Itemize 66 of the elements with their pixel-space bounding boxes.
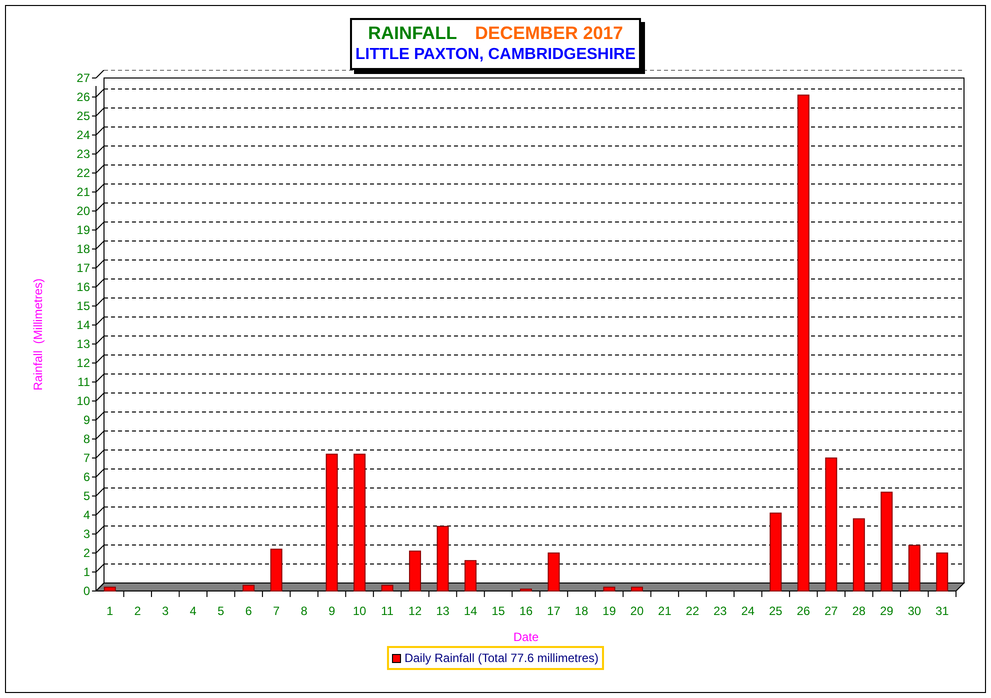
y-tick-label: 1 — [83, 565, 90, 579]
y-tick-label: 17 — [76, 261, 90, 275]
y-tick-label: 18 — [76, 242, 90, 256]
x-tick-label: 11 — [381, 604, 394, 618]
y-axis-title: Rainfall (Millimetres) — [31, 278, 45, 390]
x-tick-label: 9 — [328, 604, 336, 618]
x-tick-label: 28 — [852, 604, 866, 618]
x-tick-label: 7 — [272, 604, 280, 618]
y-tick-label: 14 — [76, 318, 90, 332]
y-tick-label: 22 — [76, 166, 90, 180]
x-tick-label: 30 — [908, 604, 922, 618]
y-tick-label: 27 — [76, 71, 90, 85]
y-tick-label: 7 — [83, 451, 90, 465]
y-tick-label: 25 — [76, 109, 90, 123]
y-tick-label: 10 — [76, 394, 90, 408]
x-tick-label: 10 — [352, 604, 366, 618]
x-tick-label: 13 — [436, 604, 450, 618]
x-tick-label: 20 — [630, 604, 644, 618]
y-tick-label: 23 — [76, 147, 90, 161]
x-tick-label: 16 — [519, 604, 533, 618]
y-tick-label: 4 — [83, 508, 90, 522]
y-tick-label: 11 — [78, 375, 90, 389]
x-tick-label: 21 — [658, 604, 672, 618]
x-tick-label: 12 — [408, 604, 422, 618]
x-tick-label: 3 — [162, 604, 169, 618]
chart-title: RAINFALL — [368, 22, 457, 44]
chart-subtitle: LITTLE PAXTON, CAMBRIDGESHIRE — [355, 45, 636, 65]
y-tick-label: 8 — [83, 432, 90, 446]
chart-period: DECEMBER 2017 — [474, 22, 624, 44]
x-tick-label: 6 — [245, 604, 252, 618]
x-axis-title: Date — [513, 630, 539, 644]
x-tick-label: 26 — [796, 604, 810, 618]
y-tick-label: 5 — [83, 489, 90, 503]
y-tick-label: 9 — [83, 413, 90, 427]
x-tick-label: 4 — [190, 604, 196, 618]
y-tick-label: 26 — [76, 90, 90, 104]
y-tick-label: 3 — [83, 527, 90, 541]
legend-swatch — [392, 654, 402, 662]
x-tick-label: 23 — [714, 604, 727, 618]
y-tick-label: 2 — [83, 546, 90, 560]
x-tick-label: 5 — [218, 604, 224, 618]
y-tick-label: 12 — [76, 356, 90, 370]
x-tick-label: 22 — [686, 604, 700, 618]
y-tick-label: 15 — [76, 299, 90, 313]
x-tick-label: 27 — [824, 604, 838, 618]
x-tick-label: 29 — [880, 604, 894, 618]
x-tick-label: 2 — [134, 604, 141, 618]
x-tick-label: 31 — [935, 604, 949, 618]
y-tick-label: 0 — [83, 584, 90, 598]
x-tick-label: 24 — [741, 604, 755, 618]
y-tick-label: 24 — [76, 128, 90, 142]
x-tick-label: 14 — [464, 604, 478, 618]
x-tick-label: 8 — [300, 604, 308, 618]
y-tick-label: 19 — [76, 223, 90, 237]
x-tick-label: 19 — [602, 604, 616, 618]
x-tick-label: 18 — [574, 604, 588, 618]
y-tick-label: 16 — [76, 280, 90, 294]
x-tick-label: 17 — [547, 604, 560, 618]
y-tick-label: 21 — [76, 185, 90, 199]
legend-label: Daily Rainfall (Total 77.6 millimetres) — [404, 650, 599, 667]
x-tick-label: 25 — [769, 604, 782, 618]
y-tick-label: 13 — [76, 337, 90, 351]
x-tick-label: 1 — [106, 604, 114, 618]
y-tick-label: 20 — [76, 204, 90, 218]
x-tick-label: 15 — [492, 604, 505, 618]
y-tick-label: 6 — [83, 470, 90, 484]
